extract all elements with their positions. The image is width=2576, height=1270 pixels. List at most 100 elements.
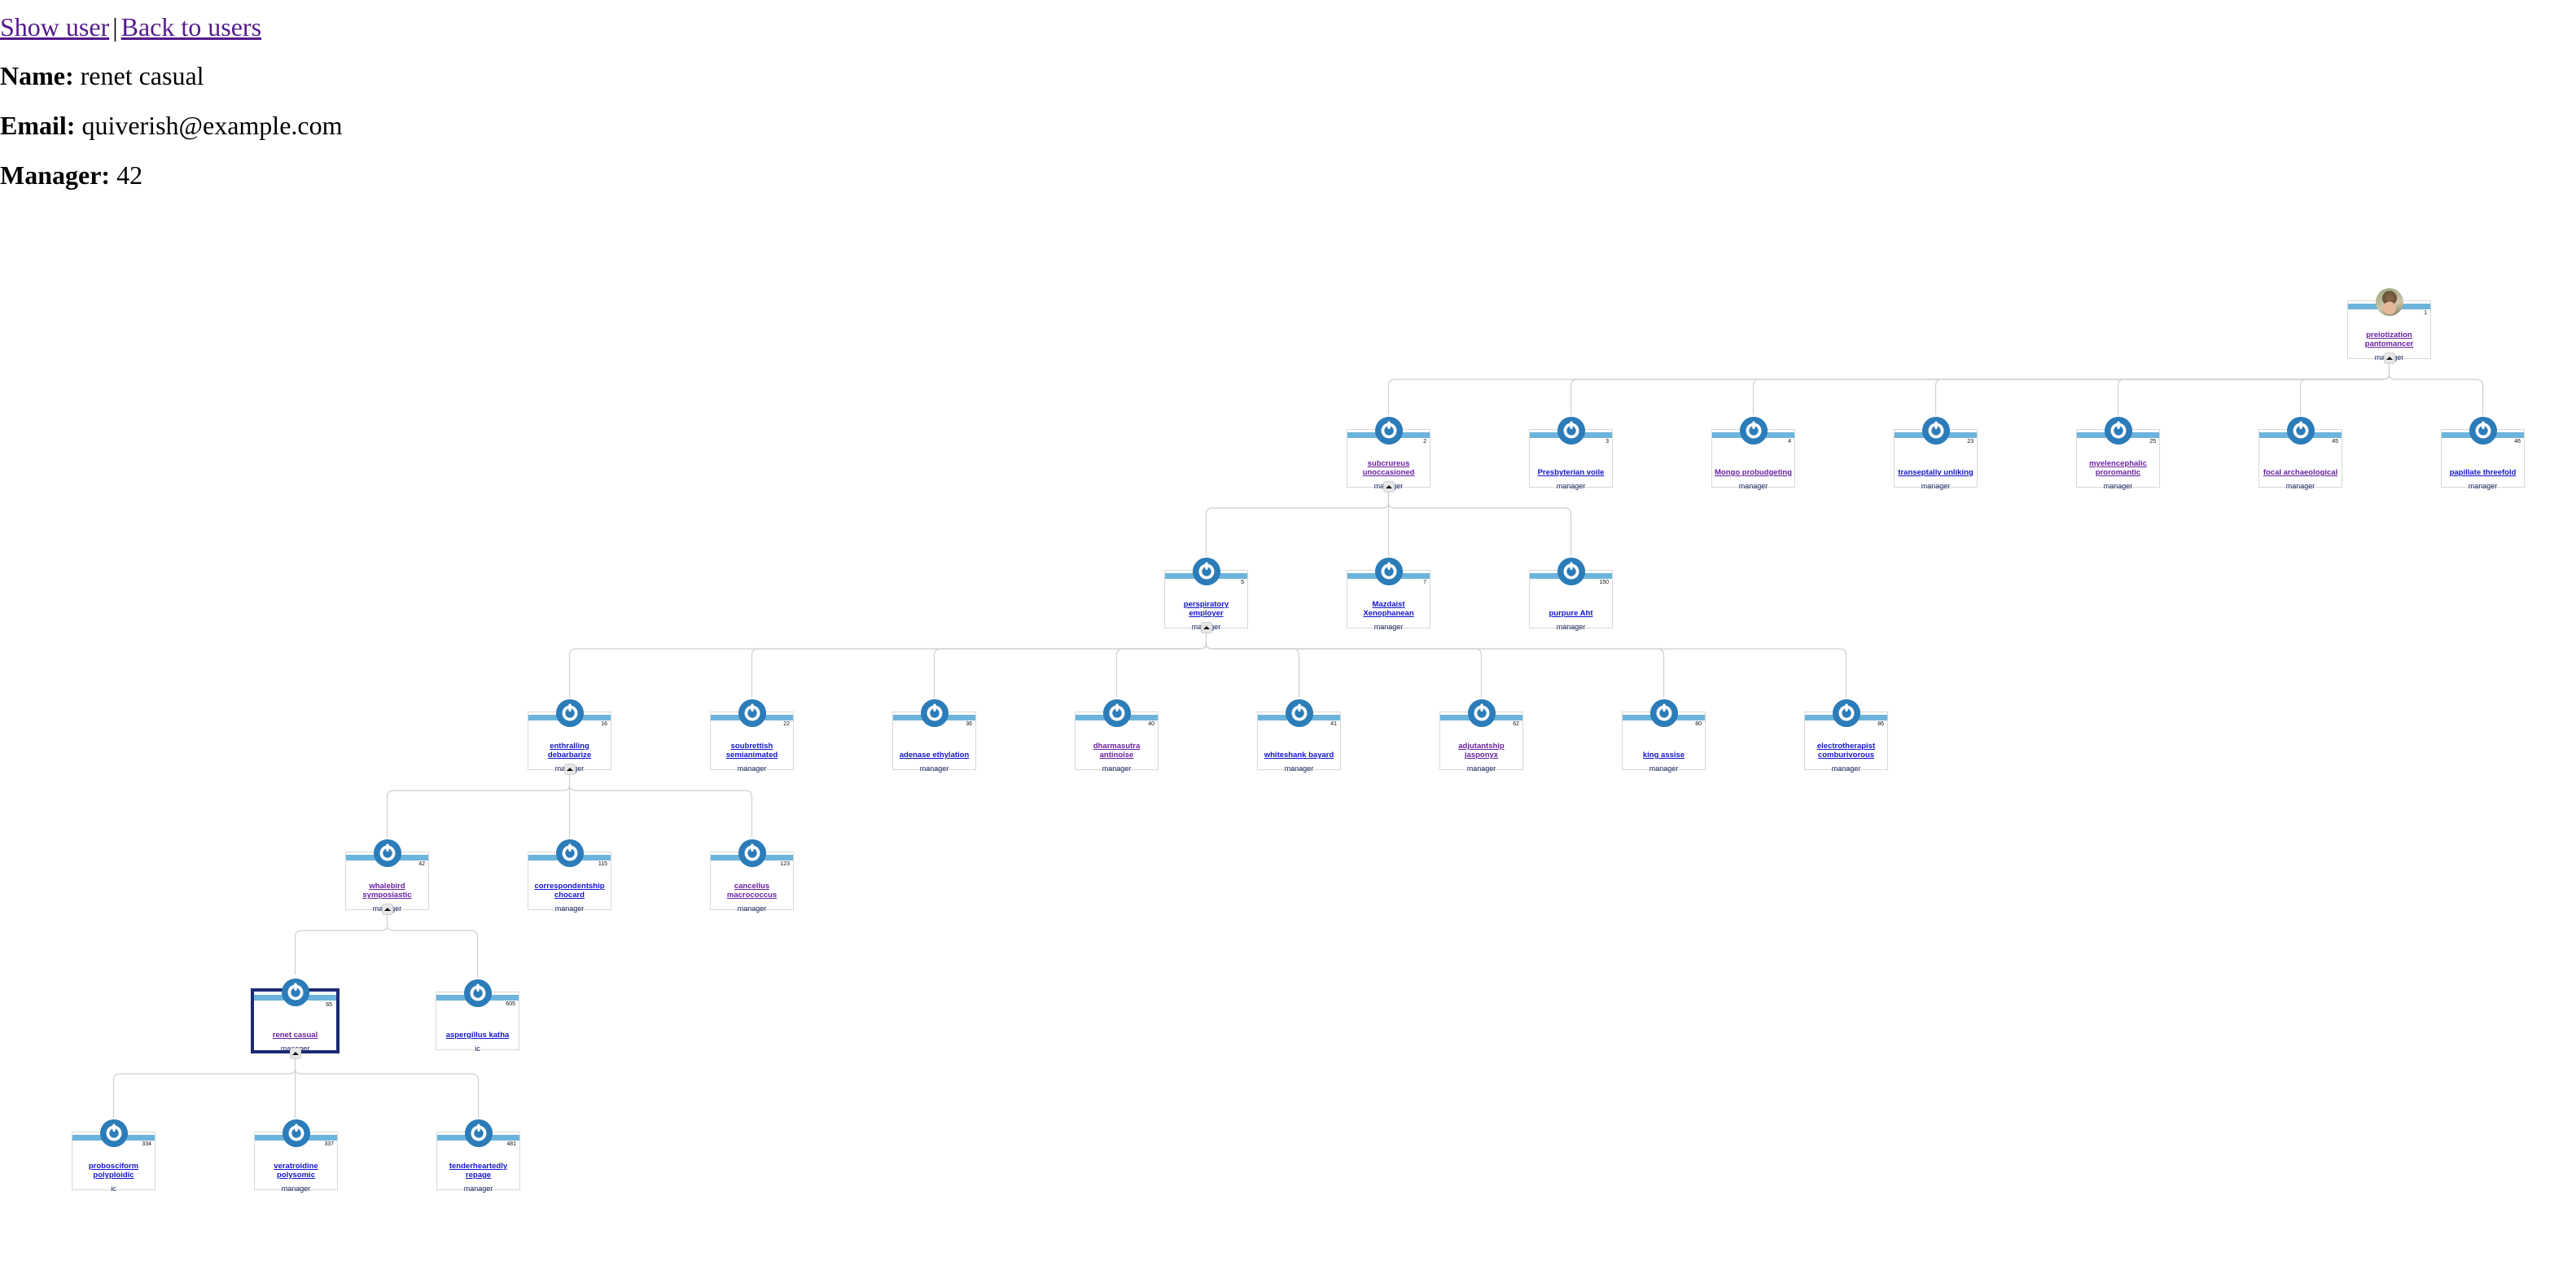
node-name-link[interactable]: cancellus macrococcus <box>713 882 791 900</box>
manager-value: 42 <box>116 160 143 190</box>
node-id: 45 <box>2332 439 2338 444</box>
node-name-link[interactable]: king assise <box>1643 751 1684 760</box>
org-node[interactable]: 481 tenderheartedly repage manager <box>436 1119 520 1193</box>
node-id: 3 <box>1606 439 1609 444</box>
org-node[interactable]: 80 king assise manager <box>1622 699 1706 773</box>
node-collapse-toggle[interactable] <box>1382 481 1395 493</box>
avatar-placeholder-icon <box>464 1119 493 1147</box>
nav-separator: | <box>112 12 118 42</box>
node-id: 4 <box>1788 439 1791 444</box>
node-text: probosciform polyploidic ic <box>75 1154 152 1193</box>
org-node[interactable]: 45 focal archaeological manager <box>2258 417 2342 490</box>
back-to-users-link[interactable]: Back to users <box>121 12 261 42</box>
connector-line <box>933 643 1207 698</box>
avatar-placeholder-icon <box>1557 417 1585 444</box>
avatar-placeholder-icon <box>99 1119 128 1147</box>
org-node[interactable]: 36 adenase ethylation manager <box>892 699 976 773</box>
connector-line <box>1934 374 2390 415</box>
avatar-placeholder-icon <box>1557 558 1585 585</box>
avatar-placeholder-icon <box>282 1119 310 1147</box>
node-name-link[interactable]: tenderheartedly repage <box>440 1162 517 1180</box>
node-name-link[interactable]: dharmasutra antinoise <box>1078 742 1155 760</box>
org-node[interactable]: 150 purpure Aht manager <box>1529 558 1613 631</box>
node-name-link[interactable]: electrotherapist comburivorous <box>1807 742 1885 760</box>
show-user-link[interactable]: Show user <box>0 12 109 42</box>
avatar-placeholder-icon <box>1921 417 1950 444</box>
org-node[interactable]: 25 myelencephalic proromantic manager <box>2076 417 2160 490</box>
node-name-link[interactable]: Mongo probudgeting <box>1715 468 1792 478</box>
org-node[interactable]: 5perspiratory employermanager <box>1164 558 1248 633</box>
avatar-placeholder-icon <box>1192 558 1220 585</box>
node-name-link[interactable]: subcrureus unoccasioned <box>1350 459 1427 478</box>
node-id: 1 <box>2424 310 2427 316</box>
org-node[interactable]: 3 Presbyterian voile manager <box>1529 417 1613 490</box>
connector-line <box>386 925 479 978</box>
org-node[interactable]: 62 adjutantship jasponyx manager <box>1439 699 1523 773</box>
node-text: Mongo probudgeting manager <box>1715 451 1792 490</box>
org-node[interactable]: 337 veratroidine polysomic manager <box>254 1119 338 1193</box>
avatar-placeholder-icon <box>1832 699 1860 727</box>
node-name-link[interactable]: renet casual <box>273 1031 318 1040</box>
node-name-link[interactable]: perspiratory employer <box>1168 600 1245 619</box>
node-role: manager <box>1284 764 1314 773</box>
node-name-link[interactable]: soubrettish semianimated <box>713 742 791 760</box>
org-node[interactable]: 16enthralling debarbarizemanager <box>528 699 611 775</box>
node-name-link[interactable]: purpure Aht <box>1549 609 1592 619</box>
org-node[interactable]: 115 correspondentship chocard manager <box>528 839 611 913</box>
connector-line <box>1205 502 1390 556</box>
org-node[interactable]: 23 transeptally unliking manager <box>1894 417 1978 490</box>
org-node[interactable]: 123 cancellus macrococcus manager <box>710 839 794 913</box>
org-node[interactable]: 334 probosciform polyploidic ic <box>72 1119 156 1193</box>
email-field: Email: quiverish@example.com <box>0 91 2576 141</box>
org-node[interactable]: 42whalebird symposiasticmanager <box>345 839 429 915</box>
org-node[interactable]: 2subcrureus unoccasionedmanager <box>1347 417 1430 493</box>
node-text: purpure Aht manager <box>1532 592 1610 631</box>
node-name-link[interactable]: whalebird symposiastic <box>348 882 426 900</box>
manager-field: Manager: 42 <box>0 141 2576 190</box>
node-name-link[interactable]: Presbyterian voile <box>1538 468 1605 478</box>
node-collapse-toggle[interactable] <box>563 764 576 775</box>
node-id: 337 <box>324 1141 334 1147</box>
node-role: manager <box>1373 622 1404 631</box>
node-collapse-toggle[interactable] <box>2383 353 2395 364</box>
org-node[interactable]: 65 renet casualmanager <box>251 979 340 1059</box>
node-name-link[interactable]: transeptally unliking <box>1898 468 1973 478</box>
node-id: 115 <box>598 861 607 867</box>
node-collapse-toggle[interactable] <box>1200 622 1212 633</box>
node-name-link[interactable]: myelencephalic proromantic <box>2079 459 2157 478</box>
node-name-link[interactable]: enthralling debarbarize <box>531 742 608 760</box>
org-node[interactable]: 40 dharmasutra antinoise manager <box>1075 699 1159 773</box>
nav-links: Show user | Back to users <box>0 0 2576 42</box>
org-node[interactable]: 41 whiteshank bayard manager <box>1257 699 1341 773</box>
org-node[interactable]: 86 electrotherapist comburivorous manager <box>1804 699 1888 773</box>
node-name-link[interactable]: whiteshank bayard <box>1264 751 1334 760</box>
node-collapse-toggle[interactable] <box>381 904 393 915</box>
node-name-link[interactable]: Mazdaist Xenophanean <box>1350 600 1427 619</box>
org-node[interactable]: 22 soubrettish semianimated manager <box>710 699 794 773</box>
avatar-placeholder-icon <box>1374 417 1403 444</box>
node-id: 334 <box>142 1141 151 1147</box>
avatar-placeholder-icon <box>1649 699 1678 727</box>
node-name-link[interactable]: adjutantship jasponyx <box>1443 742 1520 760</box>
node-name-link[interactable]: probosciform polyploidic <box>75 1162 152 1180</box>
avatar-placeholder-icon <box>555 839 584 867</box>
node-id: 2 <box>1423 439 1426 444</box>
node-text: Mazdaist Xenophanean manager <box>1350 592 1427 631</box>
node-name-link[interactable]: papillate threefold <box>2450 468 2517 478</box>
node-name-link[interactable]: preiotization pantomancer <box>2350 331 2428 349</box>
node-name-link[interactable]: correspondentship chocard <box>531 882 608 900</box>
avatar-placeholder-icon <box>1467 699 1496 727</box>
chevron-up-icon <box>1203 626 1210 629</box>
org-node[interactable]: 1preiotization pantomancermanager <box>2347 288 2431 364</box>
org-node[interactable]: 7 Mazdaist Xenophanean manager <box>1347 558 1430 631</box>
node-text: aspergillus katha ic <box>439 1014 516 1053</box>
node-text: adjutantship jasponyx manager <box>1443 734 1520 773</box>
node-collapse-toggle[interactable] <box>289 1048 301 1059</box>
node-name-link[interactable]: aspergillus katha <box>446 1031 510 1040</box>
org-node[interactable]: 605 aspergillus katha ic <box>436 979 519 1053</box>
node-name-link[interactable]: adenase ethylation <box>900 751 970 760</box>
node-name-link[interactable]: focal archaeological <box>2263 468 2337 478</box>
org-node[interactable]: 46 papillate threefold manager <box>2441 417 2525 490</box>
node-name-link[interactable]: veratroidine polysomic <box>257 1162 335 1180</box>
org-node[interactable]: 4 Mongo probudgeting manager <box>1711 417 1795 490</box>
